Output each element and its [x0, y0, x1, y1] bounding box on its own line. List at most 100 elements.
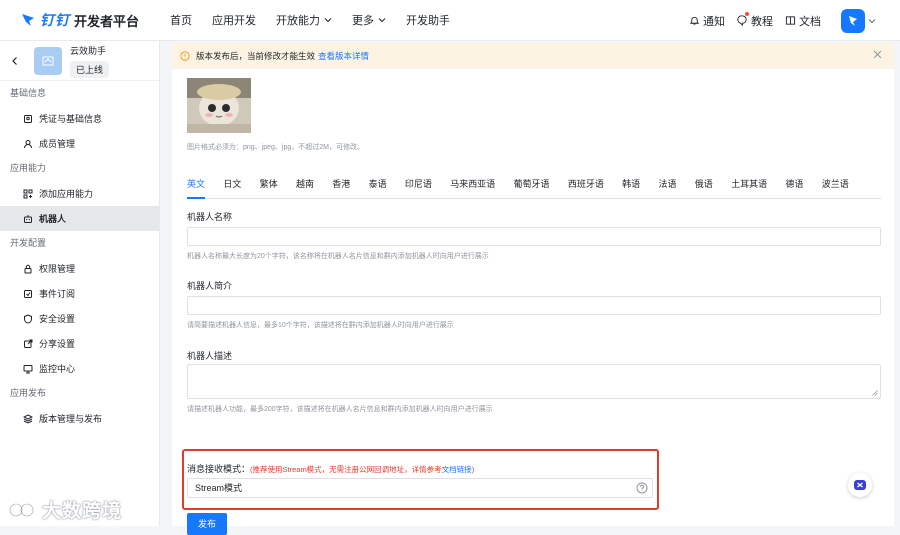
sidebar-item-security[interactable]: 安全设置 — [0, 306, 159, 331]
add-capability-icon — [23, 189, 33, 198]
tab-language[interactable]: 香港 — [332, 177, 350, 199]
sidebar-item-share[interactable]: 分享设置 — [0, 331, 159, 356]
mode-note-text: (推荐使用Stream模式，无需注册公网回调地址，详情参考 — [250, 465, 442, 474]
tutorial-icon — [737, 15, 747, 26]
mode-label-text: 消息接收模式： — [187, 464, 251, 474]
tab-language[interactable]: 波兰语 — [822, 177, 849, 199]
sidebar-item-label: 安全设置 — [39, 314, 76, 324]
sidebar-item-add-capability[interactable]: 添加应用能力 — [0, 181, 159, 206]
user-menu[interactable] — [841, 8, 876, 33]
mode-note: (推荐使用Stream模式，无需注册公网回调地址，详情参考文档链接) — [250, 465, 474, 474]
sidebar-item-credentials[interactable]: 凭证与基础信息 — [0, 106, 159, 131]
robot-intro-label: 机器人简介 — [187, 281, 233, 291]
robot-desc-textarea[interactable] — [187, 364, 881, 399]
robot-intro-input[interactable] — [187, 296, 881, 315]
notification-dot — [745, 11, 749, 16]
lock-icon — [24, 264, 32, 273]
tab-language[interactable]: 韩语 — [622, 177, 640, 199]
resize-handle-icon[interactable] — [872, 390, 878, 396]
tab-language[interactable]: 俄语 — [695, 177, 713, 199]
sidebar-item-label: 分享设置 — [39, 339, 76, 349]
tab-language[interactable]: 英文 — [187, 177, 206, 199]
sidebar-item-members[interactable]: 成员管理 — [0, 131, 159, 156]
layers-icon — [23, 413, 33, 424]
tab-language[interactable]: 德语 — [785, 177, 803, 199]
robot-desc-label: 机器人描述 — [187, 351, 233, 361]
brand-name: 钉钉 — [40, 12, 70, 28]
message-mode-label: 消息接收模式：(推荐使用Stream模式，无需注册公网回调地址，详情参考文档链接… — [187, 462, 474, 475]
watermark-logo-icon — [8, 502, 35, 517]
sidebar-item-label: 权限管理 — [39, 264, 76, 274]
member-icon — [24, 139, 32, 148]
avatar — [841, 8, 865, 33]
app-status-badge: 已上线 — [70, 60, 110, 78]
robot-name-label: 机器人名称 — [187, 212, 233, 222]
sidebar-item-label: 版本管理与发布 — [39, 414, 103, 424]
main-nav: 首页 应用开发 开放能力 更多 开发助手 — [170, 12, 470, 28]
image-format-hint: 图片格式必须为：png、jpeg、jpg，不超过2M，可修改。 — [187, 144, 364, 151]
watermark-text: 大数跨境 — [42, 501, 123, 522]
doc-link[interactable]: 文档链接 — [442, 465, 472, 474]
docs-label: 文档 — [799, 15, 821, 28]
help-icon[interactable] — [636, 482, 648, 494]
close-icon[interactable] — [873, 50, 882, 59]
nav-open-capability[interactable]: 开放能力 — [276, 12, 332, 28]
app-logo-icon — [42, 56, 54, 65]
sidebar-item-versions[interactable]: 版本管理与发布 — [0, 406, 159, 431]
tab-language[interactable]: 泰语 — [369, 177, 387, 199]
tab-language[interactable]: 土耳其语 — [731, 177, 767, 199]
nav-home[interactable]: 首页 — [170, 12, 192, 28]
top-bar: 钉钉 开发者平台 首页 应用开发 开放能力 更多 开发助手 通知 教程 文档 — [0, 0, 900, 41]
app-meta: 云效助手 已上线 — [70, 44, 110, 78]
nav-app-dev[interactable]: 应用开发 — [212, 12, 256, 28]
shield-icon — [24, 313, 32, 324]
docs-link[interactable]: 文档 — [785, 13, 821, 29]
notify-label: 通知 — [703, 15, 725, 28]
mode-note-end: ) — [471, 465, 475, 474]
sidebar-item-monitor[interactable]: 监控中心 — [0, 356, 159, 381]
sidebar-item-label: 成员管理 — [39, 139, 76, 149]
notify-link[interactable]: 通知 — [689, 13, 725, 29]
sidebar-item-robot[interactable]: 机器人 — [0, 206, 159, 231]
sidebar-item-permissions[interactable]: 权限管理 — [0, 256, 159, 281]
robot-icon — [24, 214, 32, 223]
nav-app-dev-label: 应用开发 — [212, 15, 256, 27]
tab-language[interactable]: 马来西亚语 — [450, 177, 495, 199]
tab-language[interactable]: 葡萄牙语 — [514, 177, 550, 199]
tab-language[interactable]: 繁体 — [260, 177, 278, 199]
robot-name-input[interactable] — [187, 227, 881, 246]
sidebar: 云效助手 已上线 基础信息 凭证与基础信息 成员管理 应用能力 添加应用能力 机… — [0, 41, 160, 526]
tutorial-label: 教程 — [751, 15, 773, 28]
group-app-release: 应用发布 — [10, 388, 47, 398]
credential-icon — [24, 114, 32, 123]
tab-language[interactable]: 法语 — [658, 177, 676, 199]
group-basic-info: 基础信息 — [10, 88, 47, 98]
assistant-float-button[interactable] — [848, 473, 872, 497]
robot-form-card: 图片格式必须为：png、jpeg、jpg，不超过2M，可修改。 英文 日文 繁体 越南… — [172, 69, 894, 535]
nav-more[interactable]: 更多 — [352, 12, 386, 28]
watermark: 大数跨境 — [8, 496, 122, 523]
tab-language[interactable]: 日文 — [223, 177, 241, 199]
book-icon — [785, 16, 796, 25]
top-right-actions: 通知 教程 文档 — [677, 0, 876, 41]
sidebar-item-label: 凭证与基础信息 — [39, 114, 103, 124]
logo[interactable]: 钉钉 开发者平台 — [20, 10, 148, 30]
robot-desc-hint: 请描述机器人功能，最多200字符，该描述将在机器人名片信息和群内添加机器人时向用… — [187, 406, 493, 413]
sidebar-item-events[interactable]: 事件订阅 — [0, 281, 159, 306]
robot-avatar-image[interactable] — [187, 78, 251, 133]
share-icon — [24, 339, 33, 348]
group-dev-config: 开发配置 — [10, 238, 47, 248]
back-arrow-icon[interactable] — [10, 56, 20, 66]
nav-dev-assistant[interactable]: 开发助手 — [406, 12, 450, 28]
tutorial-link[interactable]: 教程 — [737, 11, 773, 29]
tab-language[interactable]: 越南 — [296, 177, 314, 199]
monitor-icon — [23, 364, 33, 373]
app-header: 云效助手 已上线 — [0, 41, 159, 81]
message-mode-select[interactable]: Stream模式 — [187, 478, 653, 498]
tab-language[interactable]: 西班牙语 — [568, 177, 604, 199]
publish-button[interactable]: 发布 — [187, 513, 227, 535]
banner-link[interactable]: 查看版本详情 — [318, 50, 369, 62]
tab-language[interactable]: 印尼语 — [405, 177, 432, 199]
nav-open-capability-label: 开放能力 — [276, 15, 320, 27]
chevron-down-icon — [378, 18, 386, 23]
